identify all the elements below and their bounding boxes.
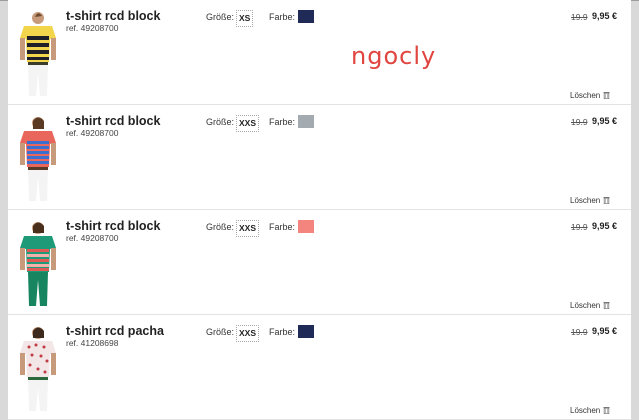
size-value[interactable]: XXS (236, 325, 260, 342)
cart-item: t-shirt rcd pacha ref. 41208698 Größe: X… (8, 315, 631, 420)
delete-label: Löschen (570, 196, 601, 205)
color-label: Farbe: (269, 222, 296, 232)
size-label: Größe: (206, 222, 235, 232)
old-price: 19.9 (571, 222, 588, 232)
size-label: Größe: (206, 12, 235, 22)
trash-icon (603, 302, 610, 309)
cart-item: t-shirt rcd block ref. 49208700 Größe: X… (8, 210, 631, 315)
product-ref: ref. 49208700 (66, 23, 119, 33)
delete-button[interactable]: Löschen (570, 196, 610, 205)
product-name[interactable]: t-shirt rcd block (66, 114, 160, 128)
trash-icon (603, 197, 610, 204)
color-swatch[interactable] (298, 220, 314, 233)
current-price: 9,95 € (592, 221, 618, 231)
product-name[interactable]: t-shirt rcd block (66, 219, 160, 233)
old-price: 19.9 (571, 327, 588, 337)
color-label: Farbe: (269, 327, 296, 337)
product-name[interactable]: t-shirt rcd pacha (66, 324, 164, 338)
product-ref: ref. 41208698 (66, 338, 119, 348)
color-swatch[interactable] (298, 325, 314, 338)
cart-item: t-shirt rcd block ref. 49208700 Größe: X… (8, 0, 631, 105)
size-label: Größe: (206, 117, 235, 127)
trash-icon (603, 407, 610, 414)
color-swatch[interactable] (298, 115, 314, 128)
product-image[interactable] (14, 325, 62, 411)
color-label: Farbe: (269, 117, 296, 127)
old-price: 19.9 (571, 117, 588, 127)
product-image[interactable] (14, 220, 62, 306)
size-label: Größe: (206, 327, 235, 337)
color-swatch[interactable] (298, 10, 314, 23)
trash-icon (603, 92, 610, 99)
delete-label: Löschen (570, 91, 601, 100)
size-value[interactable]: XXS (236, 220, 260, 237)
size-value[interactable]: XXS (236, 115, 260, 132)
cart-item: t-shirt rcd block ref. 49208700 Größe: X… (8, 105, 631, 210)
delete-label: Löschen (570, 406, 601, 415)
old-price: 19.9 (571, 12, 588, 22)
current-price: 9,95 € (592, 326, 618, 336)
delete-button[interactable]: Löschen (570, 301, 610, 310)
delete-button[interactable]: Löschen (570, 91, 610, 100)
color-label: Farbe: (269, 12, 296, 22)
current-price: 9,95 € (592, 116, 618, 126)
size-value[interactable]: XS (236, 10, 254, 27)
product-ref: ref. 49208700 (66, 233, 119, 243)
cart-panel: t-shirt rcd block ref. 49208700 Größe: X… (8, 0, 631, 420)
current-price: 9,95 € (592, 11, 618, 21)
product-ref: ref. 49208700 (66, 128, 119, 138)
delete-label: Löschen (570, 301, 601, 310)
product-image[interactable] (14, 10, 62, 96)
product-image[interactable] (14, 115, 62, 201)
watermark-text: ngocly (351, 42, 437, 70)
delete-button[interactable]: Löschen (570, 406, 610, 415)
product-name[interactable]: t-shirt rcd block (66, 9, 160, 23)
